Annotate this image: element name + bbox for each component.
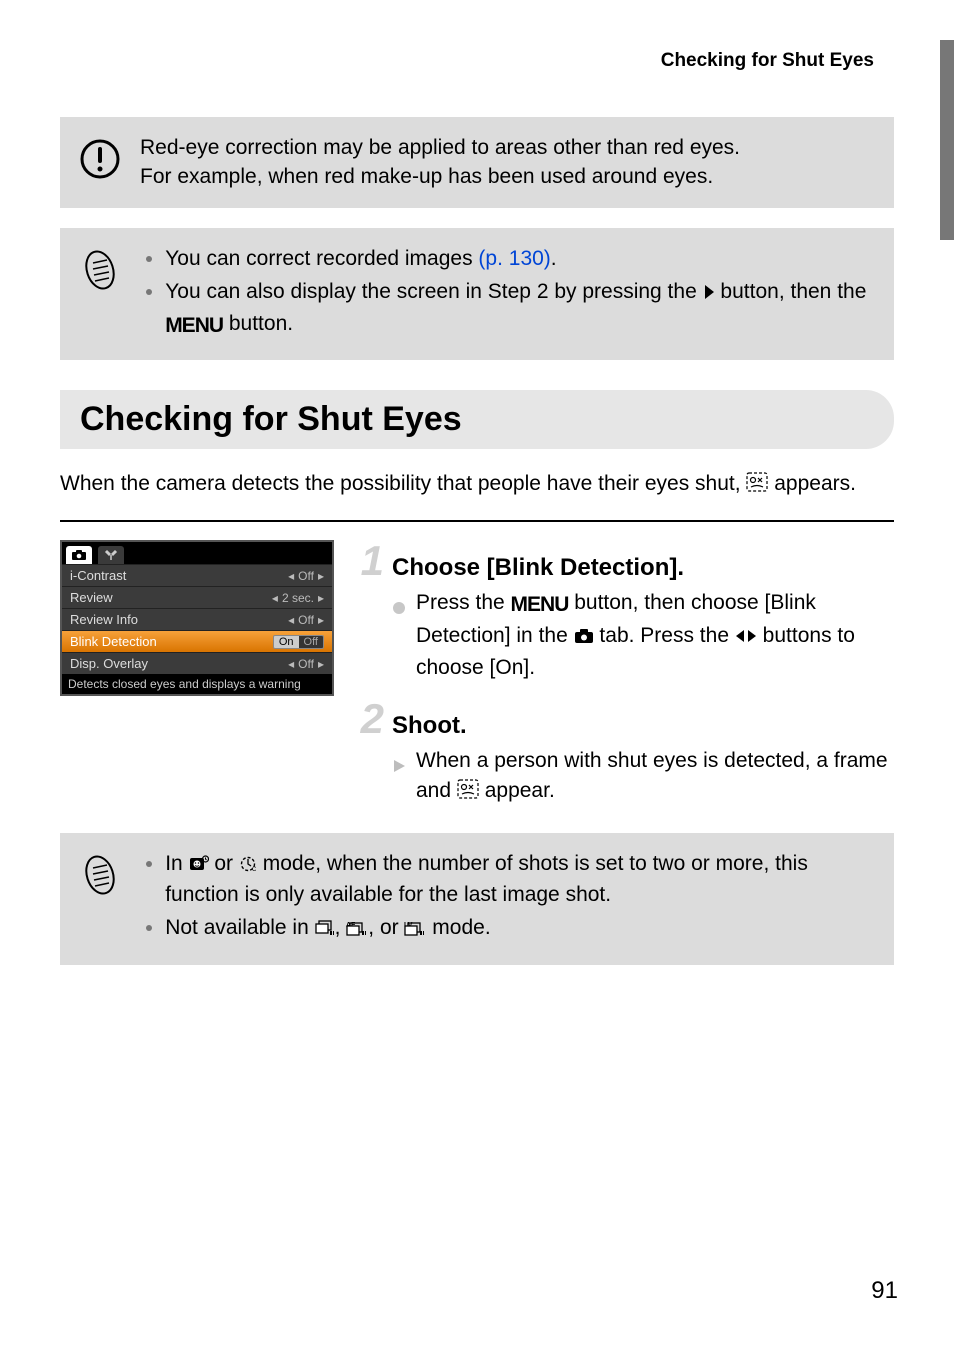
menu-glyph: MENU xyxy=(511,590,569,620)
t2i1-mid1: or xyxy=(209,852,239,875)
caution-text-line1: Red-eye correction may be applied to are… xyxy=(140,133,874,162)
tip1-item2-mid: button, then the xyxy=(715,280,867,303)
menu-tab-camera-icon xyxy=(66,546,92,564)
tip1-item2: You can also display the screen in Step … xyxy=(165,277,874,340)
menu-tab-tools-icon xyxy=(98,546,124,564)
step2-number: 2 xyxy=(350,698,384,740)
t2i1-pre: In xyxy=(165,852,188,875)
custom-timer-icon: C xyxy=(239,851,257,880)
face-self-timer-icon xyxy=(189,851,209,880)
t2i1-mid2: mode, when the number of shots is set to… xyxy=(165,852,808,906)
tip2-callout: In or C mode, when the number of shots i… xyxy=(60,833,894,965)
t2i2-or: , or xyxy=(368,916,404,939)
continuous-lv-icon: LV xyxy=(404,915,426,944)
result-arrow-icon xyxy=(392,752,406,782)
menu-row-blinkdetection: Blink Detection OnOff xyxy=(62,630,332,652)
camera-tab-icon xyxy=(574,623,594,653)
menu-value: Off xyxy=(298,569,314,583)
toggle-off: Off xyxy=(299,636,323,648)
running-header: Checking for Shut Eyes xyxy=(60,50,894,72)
camera-menu-screenshot: i-Contrast ◂Off▸ Review ◂2 sec.▸ Review … xyxy=(60,540,334,696)
tip1-item1: You can correct recorded images (p. 130)… xyxy=(165,244,874,273)
continuous-shoot-icon xyxy=(315,915,335,944)
menu-label: Disp. Overlay xyxy=(70,656,288,671)
intro-pre: When the camera detects the possibility … xyxy=(60,472,746,495)
step1-area: i-Contrast ◂Off▸ Review ◂2 sec.▸ Review … xyxy=(60,540,894,812)
step2-title: Shoot. xyxy=(392,712,467,740)
menu-value: 2 sec. xyxy=(282,591,314,605)
menu-label: i-Contrast xyxy=(70,568,288,583)
caution-callout: Red-eye correction may be applied to are… xyxy=(60,117,894,208)
note-icon xyxy=(83,853,117,902)
menu-row-reviewinfo: Review Info ◂Off▸ xyxy=(62,608,332,630)
menu-value: Off xyxy=(298,657,314,671)
s1-body-pre: Press the xyxy=(416,591,511,614)
step1-number: 1 xyxy=(350,540,384,582)
page-edge-tab xyxy=(940,40,954,240)
s1-body-mid2: tab. Press the xyxy=(594,624,735,647)
step-bullet-icon xyxy=(392,594,406,624)
menu-row-icontrast: i-Contrast ◂Off▸ xyxy=(62,564,332,586)
continuous-af-icon: AF xyxy=(346,915,368,944)
tip1-item1-post: . xyxy=(551,247,557,270)
tip2-item2: Not available in , AF, or LV mode. xyxy=(165,913,874,944)
s2-body-post: appear. xyxy=(479,779,555,802)
menu-value: Off xyxy=(298,613,314,627)
left-right-arrows-icon xyxy=(735,623,757,653)
menu-row-dispoverlay: Disp. Overlay ◂Off▸ xyxy=(62,652,332,674)
section-heading: Checking for Shut Eyes xyxy=(60,390,894,449)
tip1-item2-pre: You can also display the screen in Step … xyxy=(165,280,702,303)
menu-label: Blink Detection xyxy=(70,634,273,649)
section-title: Checking for Shut Eyes xyxy=(60,390,894,449)
menu-row-review: Review ◂2 sec.▸ xyxy=(62,586,332,608)
t2i2-sep1: , xyxy=(335,916,347,939)
right-arrow-icon xyxy=(703,279,715,308)
note-icon xyxy=(83,248,117,297)
page-number: 91 xyxy=(871,1277,898,1305)
step2-body: When a person with shut eyes is detected… xyxy=(416,746,894,809)
caution-text-line2: For example, when red make-up has been u… xyxy=(140,162,874,191)
blink-warning-icon xyxy=(746,471,768,500)
on-off-toggle: OnOff xyxy=(273,635,324,649)
step1-body: Press the MENU button, then choose [Blin… xyxy=(416,588,894,683)
tip2-item1: In or C mode, when the number of shots i… xyxy=(165,849,874,910)
menu-label: Review xyxy=(70,590,272,605)
t2i2-pre: Not available in xyxy=(165,916,314,939)
tip1-page-ref-link[interactable]: (p. 130) xyxy=(478,247,550,270)
tip1-item1-pre: You can correct recorded images xyxy=(165,247,478,270)
toggle-on: On xyxy=(274,636,299,648)
caution-icon xyxy=(78,137,122,186)
menu-footer-text: Detects closed eyes and displays a warni… xyxy=(62,674,332,694)
intro-post: appears. xyxy=(768,472,856,495)
step1-title: Choose [Blink Detection]. xyxy=(392,554,684,582)
divider-rule xyxy=(60,520,894,522)
section-intro: When the camera detects the possibility … xyxy=(60,469,894,500)
t2i2-post: mode. xyxy=(426,916,490,939)
menu-label: Review Info xyxy=(70,612,288,627)
tip1-callout: You can correct recorded images (p. 130)… xyxy=(60,228,894,360)
blink-warning-icon xyxy=(457,778,479,808)
tip1-item2-post: button. xyxy=(223,312,293,335)
menu-glyph: MENU xyxy=(165,311,223,340)
